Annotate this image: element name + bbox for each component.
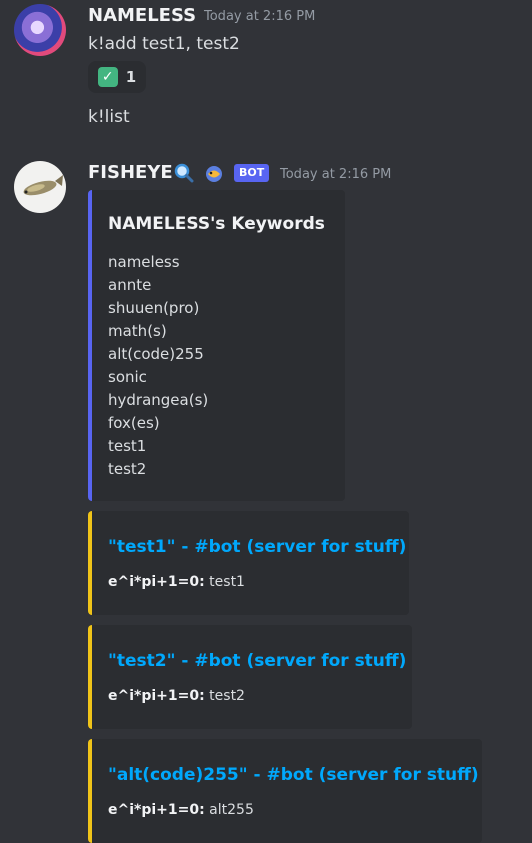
reaction-button[interactable]: ✓ 1 xyxy=(88,61,146,93)
keyword-match-embed: "alt(code)255" - #bot (server for stuff)… xyxy=(88,739,482,843)
user-avatar-fisheye[interactable] xyxy=(14,161,66,213)
list-item: test2 xyxy=(108,460,147,478)
embed-field: e^i*pi+1=0: alt255 xyxy=(108,802,254,818)
magnifier-icon xyxy=(174,163,194,183)
embed-accent-bar xyxy=(88,625,92,729)
list-item: alt(code)255 xyxy=(108,345,204,363)
list-item: nameless xyxy=(108,253,180,271)
list-item: math(s) xyxy=(108,322,167,340)
embed-title-link[interactable]: "alt(code)255" - #bot (server for stuff) xyxy=(108,765,479,785)
embed-accent-bar xyxy=(88,739,92,843)
user-avatar-nameless[interactable] xyxy=(14,4,66,56)
message-text: k!add test1, test2 xyxy=(88,34,240,54)
username-fisheye[interactable]: FISHEYE xyxy=(88,162,173,183)
list-item: test1 xyxy=(108,437,147,455)
username-nameless[interactable]: NAMELESS xyxy=(88,5,196,26)
field-value: alt255 xyxy=(209,802,254,818)
reaction-count: 1 xyxy=(125,68,137,86)
list-item: fox(es) xyxy=(108,414,160,432)
embed-title-link[interactable]: "test1" - #bot (server for stuff) xyxy=(108,537,406,557)
list-item: sonic xyxy=(108,368,147,386)
list-item: hydrangea(s) xyxy=(108,391,209,409)
field-value: test1 xyxy=(209,574,245,590)
embed-field: e^i*pi+1=0: test1 xyxy=(108,574,245,590)
embed-accent-bar xyxy=(88,190,92,501)
embed-accent-bar xyxy=(88,511,92,615)
message-text: k!list xyxy=(88,107,130,127)
check-mark-icon: ✓ xyxy=(97,67,118,87)
message-timestamp: Today at 2:16 PM xyxy=(280,167,392,182)
message-timestamp: Today at 2:16 PM xyxy=(204,9,316,24)
field-name: e^i*pi+1=0: xyxy=(108,688,205,704)
embed-title: NAMELESS's Keywords xyxy=(108,214,325,234)
list-item: annte xyxy=(108,276,152,294)
keyword-match-embed: "test2" - #bot (server for stuff) e^i*pi… xyxy=(88,625,412,729)
list-item: shuuen(pro) xyxy=(108,299,200,317)
keyword-list: nameless annte shuuen(pro) math(s) alt(c… xyxy=(108,251,208,481)
field-name: e^i*pi+1=0: xyxy=(108,574,205,590)
fish-emoji-icon xyxy=(204,164,224,184)
field-value: test2 xyxy=(209,688,245,704)
embed-title-link[interactable]: "test2" - #bot (server for stuff) xyxy=(108,651,406,671)
embed-field: e^i*pi+1=0: test2 xyxy=(108,688,245,704)
field-name: e^i*pi+1=0: xyxy=(108,802,205,818)
keyword-match-embed: "test1" - #bot (server for stuff) e^i*pi… xyxy=(88,511,409,615)
bot-badge: BOT xyxy=(234,164,270,182)
keywords-embed: NAMELESS's Keywords nameless annte shuue… xyxy=(88,190,345,501)
